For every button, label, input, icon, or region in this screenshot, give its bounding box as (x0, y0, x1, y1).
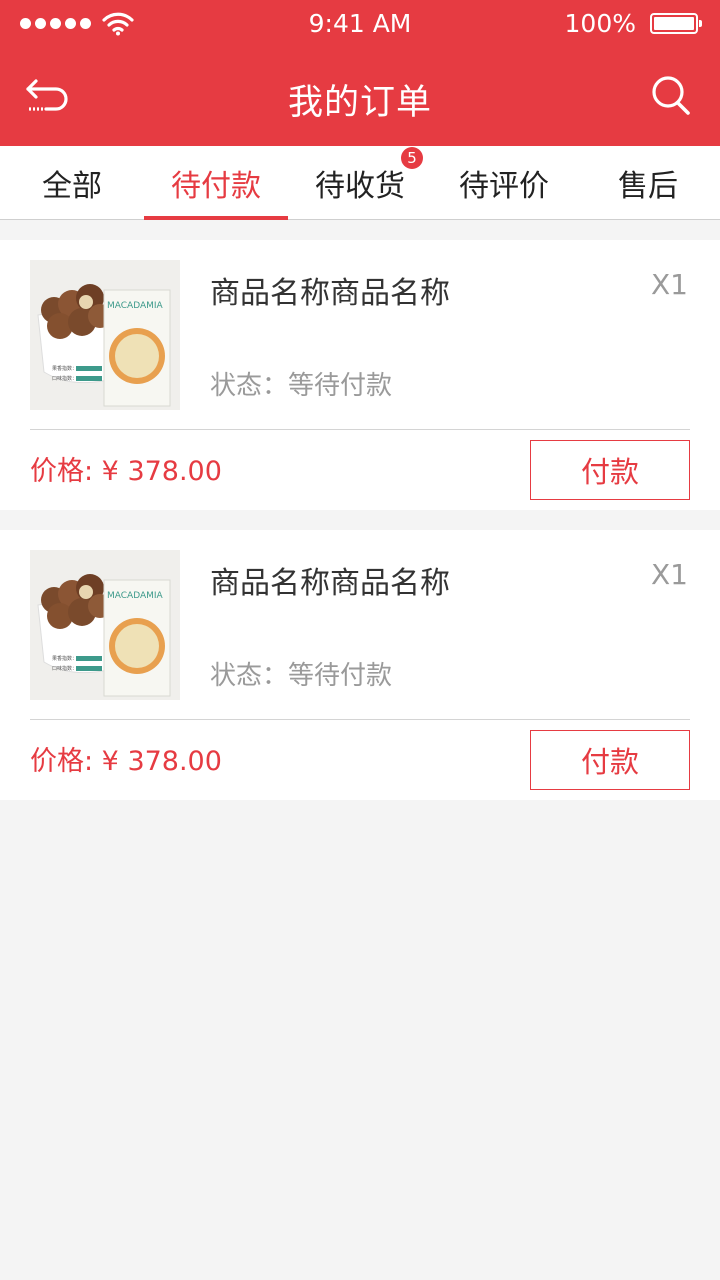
search-button[interactable] (650, 72, 694, 118)
battery-icon (650, 13, 702, 34)
product-quantity: X1 (651, 268, 688, 301)
tab-label: 全部 (42, 168, 102, 204)
thumbnail-brand-text: MACADAMIA (107, 591, 164, 601)
tab-pending-receipt[interactable]: 待收货 5 (288, 146, 432, 219)
tab-pending-review[interactable]: 待评价 (432, 146, 576, 219)
macadamia-product-image: MACADAMIA 果香指数： 口味指数： (30, 550, 180, 700)
order-status: 状态：等待付款 (210, 661, 393, 691)
product-name: 商品名称商品名称 (210, 276, 450, 311)
product-thumbnail: MACADAMIA 果香指数： 口味指数： (30, 260, 180, 410)
tab-all[interactable]: 全部 (0, 146, 144, 219)
pay-button[interactable]: 付款 (530, 730, 690, 790)
active-tab-indicator (144, 216, 288, 220)
tab-label: 待付款 (171, 168, 261, 204)
notification-badge: 5 (401, 146, 423, 169)
order-card[interactable]: MACADAMIA 果香指数： 口味指数： 商品名称商品名称 X1 状态：等待付… (0, 530, 720, 800)
tab-after-sales[interactable]: 售后 (576, 146, 720, 219)
thumbnail-text-line: 口味指数： (52, 665, 77, 672)
tab-label: 待评价 (459, 168, 549, 204)
order-price: 价格: ¥ 378.00 (30, 746, 222, 777)
thumbnail-text-line: 果香指数： (52, 655, 77, 662)
tab-label: 待收货 (315, 168, 405, 204)
status-bar: 9:41 AM 100% (0, 0, 720, 48)
divider (30, 429, 690, 430)
app-header: 9:41 AM 100% 我的订单 (0, 0, 720, 146)
thumbnail-text-line: 果香指数： (52, 365, 77, 372)
product-quantity: X1 (651, 558, 688, 591)
battery-percentage: 100% (564, 9, 636, 38)
divider (30, 719, 690, 720)
product-name: 商品名称商品名称 (210, 566, 450, 601)
tab-pending-payment[interactable]: 待付款 (144, 146, 288, 220)
thumbnail-brand-text: MACADAMIA (107, 301, 164, 311)
macadamia-product-image: MACADAMIA 果香指数： 口味指数： (30, 260, 180, 410)
order-card[interactable]: MACADAMIA 果香指数： 口味指数： 商品名称商品名称 X1 状态：等待付… (0, 240, 720, 510)
thumbnail-text-line: 口味指数： (52, 375, 77, 382)
pay-button[interactable]: 付款 (530, 440, 690, 500)
product-thumbnail: MACADAMIA 果香指数： 口味指数： (30, 550, 180, 700)
order-price: 价格: ¥ 378.00 (30, 456, 222, 487)
order-status: 状态：等待付款 (210, 371, 393, 401)
tab-label: 售后 (618, 168, 678, 204)
page-title: 我的订单 (287, 83, 432, 123)
order-status-tabs: 全部 待付款 待收货 5 待评价 售后 (0, 146, 720, 220)
search-icon (652, 76, 690, 115)
